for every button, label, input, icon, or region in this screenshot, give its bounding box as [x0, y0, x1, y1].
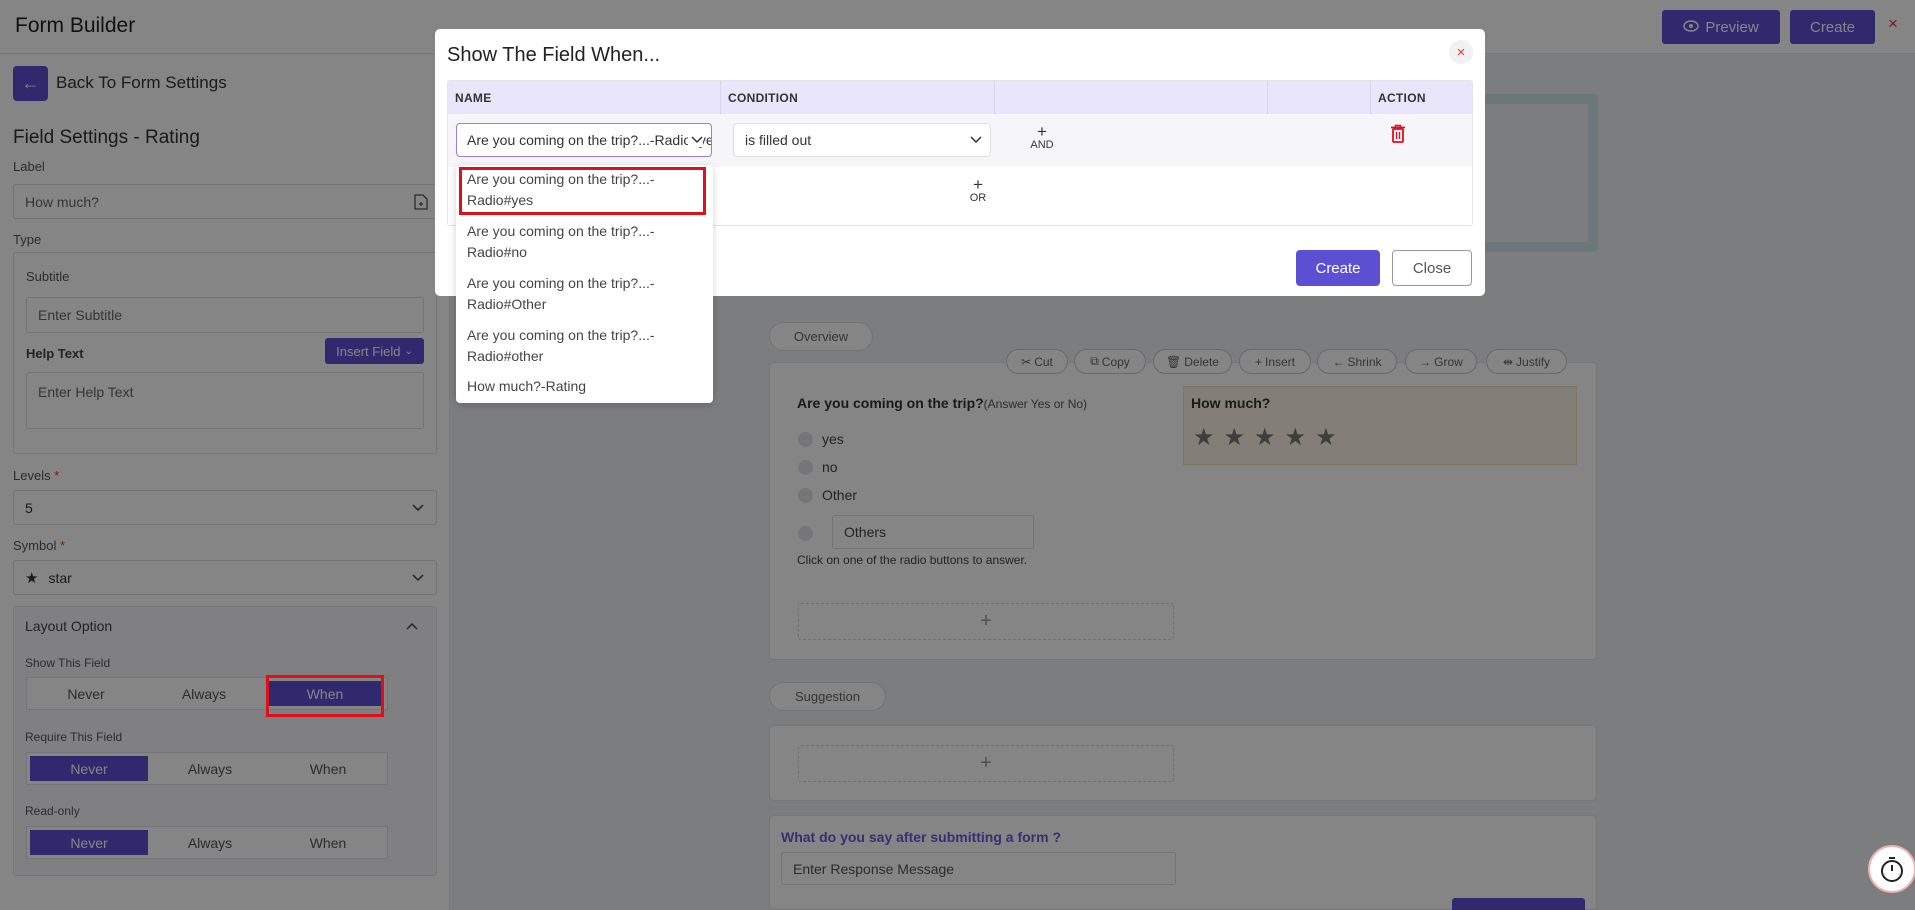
- condition-select-value: is filled out: [745, 132, 812, 148]
- name-select-value: Are you coming on the trip?...-Radio#yes: [467, 132, 712, 148]
- timer-icon[interactable]: [1868, 845, 1915, 893]
- dropdown-option[interactable]: Are you coming on the trip?...- Radio#Ot…: [467, 273, 655, 315]
- option-line: Are you coming on the trip?...-: [467, 275, 655, 291]
- option-line: Radio#other: [467, 348, 544, 364]
- plus-icon: +: [1037, 122, 1047, 141]
- highlight-box: [459, 167, 706, 215]
- or-label: OR: [969, 192, 987, 204]
- modal-close-button[interactable]: Close: [1392, 250, 1472, 286]
- and-label: AND: [1030, 139, 1054, 151]
- modal-create-button[interactable]: Create: [1296, 250, 1380, 286]
- column-header-condition: CONDITION: [721, 81, 995, 114]
- table-header-row: NAME CONDITION ACTION: [448, 81, 1472, 114]
- add-and-condition-button[interactable]: + AND: [1022, 122, 1062, 151]
- modal-title: Show The Field When...: [447, 44, 661, 66]
- highlight-box: [266, 675, 384, 717]
- dropdown-option[interactable]: Are you coming on the trip?...- Radio#no: [467, 221, 655, 263]
- delete-row-icon[interactable]: [1390, 124, 1406, 143]
- column-header-blank: [1268, 81, 1371, 114]
- dropdown-option[interactable]: Are you coming on the trip?...- Radio#ot…: [467, 325, 655, 367]
- name-select[interactable]: Are you coming on the trip?...-Radio#yes: [456, 123, 712, 157]
- column-header-name: NAME: [448, 81, 721, 114]
- dropdown-option[interactable]: How much?-Rating: [467, 376, 586, 397]
- chevron-down-icon: [970, 133, 982, 147]
- option-line: How much?-Rating: [467, 378, 587, 394]
- chevron-down-icon: [688, 133, 703, 147]
- column-header-action: ACTION: [1378, 90, 1426, 105]
- add-or-condition-button[interactable]: + OR: [958, 175, 998, 204]
- condition-select[interactable]: is filled out: [733, 123, 991, 157]
- option-line: Are you coming on the trip?...-: [467, 327, 655, 343]
- option-line: Radio#no: [467, 244, 527, 260]
- column-header-blank: [995, 81, 1268, 114]
- option-line: Radio#Other: [467, 296, 547, 312]
- plus-icon: +: [973, 175, 983, 194]
- close-icon[interactable]: ×: [1449, 40, 1473, 64]
- option-line: Are you coming on the trip?...-: [467, 223, 655, 239]
